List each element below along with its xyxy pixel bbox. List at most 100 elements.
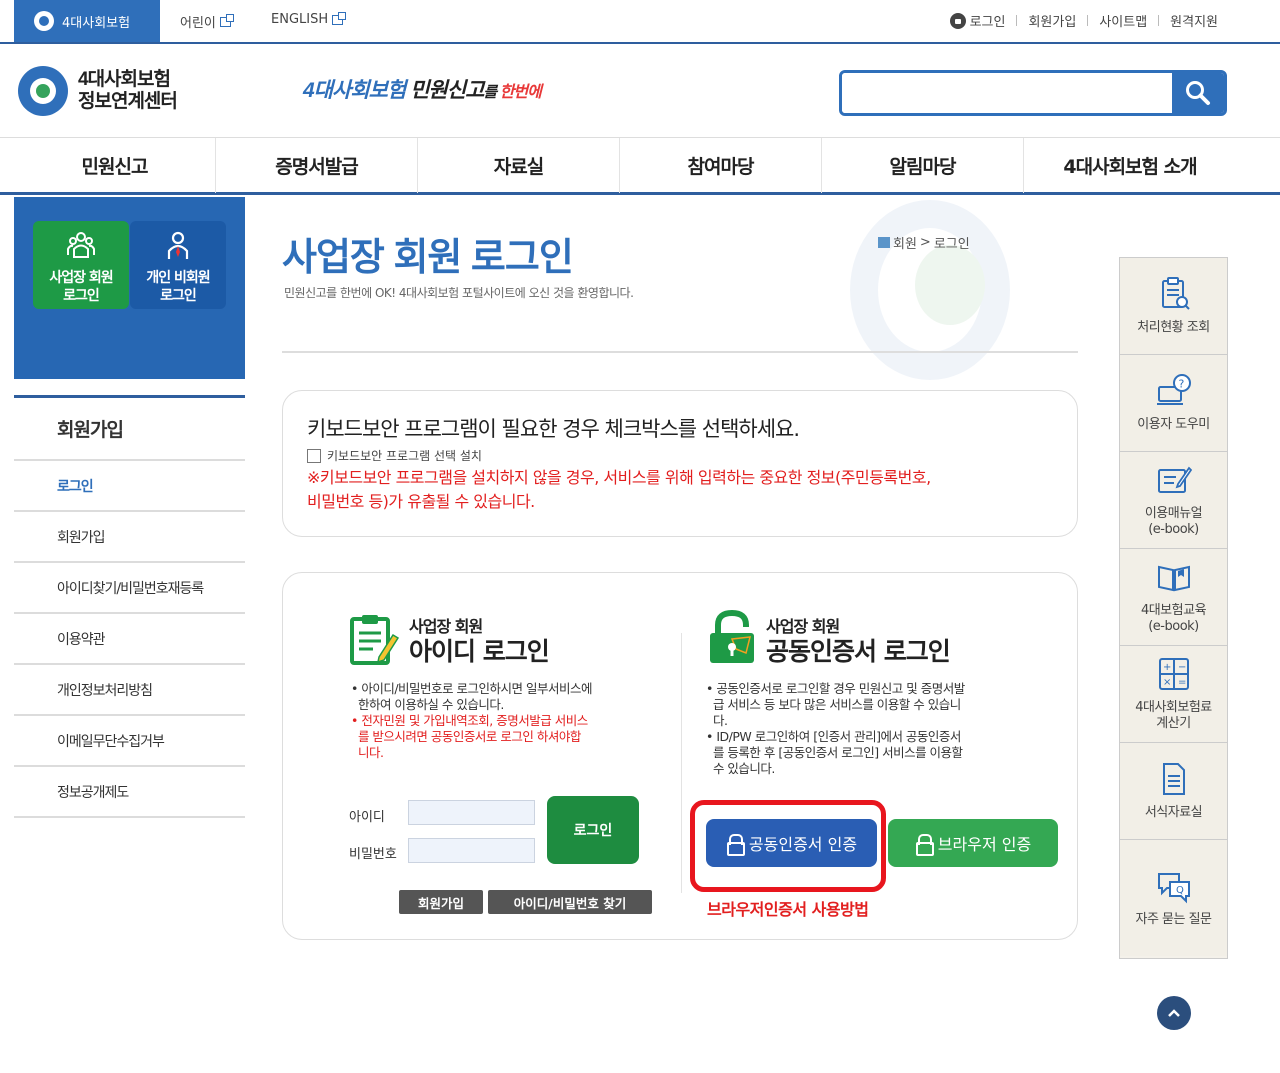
side-menu-item-terms[interactable]: 이용약관 — [14, 614, 245, 665]
login-label: 로그인 — [969, 15, 1006, 30]
svg-text:−: − — [1178, 662, 1186, 673]
padlock-icon — [915, 834, 934, 856]
keyboard-security-checkbox[interactable] — [307, 448, 321, 463]
lock-icon — [949, 12, 966, 29]
browser-cert-howto-link[interactable]: 브라우저인증서 사용방법 — [707, 896, 869, 920]
side-menu-item-email-refusal[interactable]: 이메일무단수집거부 — [14, 716, 245, 767]
quick-item-calculator[interactable]: + − × = 4대사회보험료 계산기 — [1120, 646, 1227, 743]
gnb-item-participation[interactable]: 참여마당 — [620, 138, 822, 193]
individual-nonmember-login-button[interactable]: 개인 비회원 로그인 — [130, 221, 226, 309]
cert-desc2-line3: 수 있습니다. — [712, 761, 775, 776]
join-link[interactable]: 회원가입 — [1028, 11, 1076, 30]
id-input[interactable] — [408, 800, 535, 825]
calculator-icon: + − × = — [1158, 658, 1189, 690]
sitemap-link[interactable]: 사이트맵 — [1099, 11, 1147, 30]
password-input[interactable] — [408, 838, 535, 863]
remote-support-link[interactable]: 원격지원 — [1170, 11, 1218, 30]
quick-label: 자주 묻는 질문 — [1135, 912, 1212, 927]
home-link[interactable]: 4대사회보험 — [14, 0, 160, 42]
individual-login-label-1: 개인 비회원 — [146, 270, 210, 286]
site-logo[interactable]: 4대사회보험 정보연계센터 — [18, 66, 178, 116]
side-menu-item-join[interactable]: 회원가입 — [14, 512, 245, 563]
id-login-button[interactable]: 로그인 — [547, 796, 639, 864]
scroll-to-top-button[interactable] — [1157, 996, 1191, 1030]
quick-menu: 처리현황 조회 ? 이용자 도우미 이용매뉴얼 (e-book) 4대보험교육 … — [1119, 257, 1228, 959]
id-desc1-line1: • 아이디/비밀번호로 로그인하시면 일부서비스에 — [351, 681, 593, 696]
breadcrumb-current: 로그인 — [933, 237, 970, 252]
search-button[interactable] — [1172, 73, 1224, 113]
page-title: 사업장 회원 로그인 — [282, 237, 574, 279]
chevron-up-icon — [1168, 1009, 1180, 1017]
gnb-item-civil-report[interactable]: 민원신고 — [14, 138, 216, 193]
browser-button-label: 브라우저 인증 — [937, 835, 1032, 854]
quick-item-faq[interactable]: Q 자주 묻는 질문 — [1120, 840, 1227, 956]
book-icon — [1157, 565, 1190, 592]
side-menu-item-privacy[interactable]: 개인정보처리방침 — [14, 665, 245, 716]
quick-item-status[interactable]: 처리현황 조회 — [1120, 258, 1227, 355]
side-menu-item-login[interactable]: 로그인 — [14, 461, 245, 512]
breadcrumb-separator-icon: > — [919, 235, 931, 250]
quick-label: 이용자 도우미 — [1137, 417, 1210, 432]
keyboard-security-option[interactable]: 키보드보안 프로그램 선택 설치 — [307, 447, 1053, 464]
id-label: 아이디 — [349, 810, 385, 825]
gnb-item-certificate[interactable]: 증명서발급 — [216, 138, 418, 193]
join-button[interactable]: 회원가입 — [399, 890, 483, 914]
welcome-text: 민원신고를 한번에 OK! 4대사회보험 포털사이트에 오신 것을 환영합니다. — [284, 286, 634, 300]
logo-text: 4대사회보험 정보연계센터 — [78, 69, 178, 113]
keyboard-security-title: 키보드보안 프로그램이 필요한 경우 체크박스를 선택하세요. — [307, 417, 800, 441]
cert-login-heading: 사업장 회원 공동인증서 로그인 — [706, 609, 951, 667]
breadcrumb-member[interactable]: 회원 — [893, 233, 917, 252]
side-menu-item-disclosure[interactable]: 정보공개제도 — [14, 767, 245, 818]
slogan: 4대사회보험 민원신고를 한번에 — [303, 74, 542, 104]
quick-item-forms[interactable]: 서식자료실 — [1120, 743, 1227, 840]
keyboard-security-checkbox-label: 키보드보안 프로그램 선택 설치 — [327, 449, 482, 463]
slogan-particle: 를 — [483, 84, 497, 101]
main-navigation: 민원신고 증명서발급 자료실 참여마당 알림마당 4대사회보험 소개 — [0, 137, 1280, 195]
id-desc1-line2: 한하여 이용하실 수 있습니다. — [357, 697, 504, 712]
quick-label: 4대사회보험료 — [1135, 700, 1212, 715]
id-desc2-line1: • 전자민원 및 가입내역조회, 증명서발급 서비스 — [351, 713, 588, 728]
id-desc2-line2: 를 받으시려면 공동인증서로 로그인 하셔야합 — [357, 729, 581, 744]
breadcrumb: 회원 > 로그인 — [878, 233, 970, 252]
cert-button-label: 공동인증서 인증 — [748, 835, 858, 854]
cert-login-subtitle: 사업장 회원 — [766, 617, 840, 636]
keyboard-security-warning: ※키보드보안 프로그램을 설치하지 않을 경우, 서비스를 위해 입력하는 중요… — [307, 466, 1053, 514]
find-account-button[interactable]: 아이디/비밀번호 찾기 — [488, 890, 652, 914]
faq-icon: Q — [1157, 873, 1190, 904]
home-icon — [878, 237, 890, 248]
browser-auth-button[interactable]: 브라우저 인증 — [888, 819, 1058, 867]
joint-certificate-auth-button[interactable]: 공동인증서 인증 — [706, 819, 877, 867]
side-menu: 회원가입 로그인 회원가입 아이디찾기/비밀번호재등록 이용약관 개인정보처리방… — [14, 398, 245, 818]
cert-desc1-line1: • 공동인증서로 로그인할 경우 민원신고 및 증명서발 — [706, 681, 965, 696]
cert-desc1-line2: 급 서비스 등 보다 많은 서비스를 이용할 수 있습니 — [712, 697, 961, 712]
slogan-part-b: 민원신고 — [405, 79, 484, 102]
english-link[interactable]: ENGLISH — [271, 11, 347, 27]
logo-line2: 정보연계센터 — [78, 91, 178, 112]
cert-login-description: • 공동인증서로 로그인할 경우 민원신고 및 증명서발 급 서비스 등 보다 … — [706, 681, 965, 777]
gnb-item-notice[interactable]: 알림마당 — [822, 138, 1024, 193]
gnb-item-about[interactable]: 4대사회보험 소개 — [1024, 138, 1236, 193]
login-box: 사업장 회원 아이디 로그인 • 아이디/비밀번호로 로그인하시면 일부서비스에… — [282, 572, 1078, 940]
kids-link[interactable]: 어린이 — [180, 12, 234, 31]
logo-line1: 4대사회보험 — [78, 69, 171, 90]
clipboard-icon — [1161, 277, 1190, 310]
svg-text:Q: Q — [1176, 885, 1184, 896]
gnb-item-library[interactable]: 자료실 — [418, 138, 620, 193]
quick-item-education[interactable]: 4대보험교육 (e-book) — [1120, 549, 1227, 646]
business-member-login-button[interactable]: 사업장 회원 로그인 — [33, 221, 129, 309]
padlock-icon — [726, 834, 745, 856]
quick-sublabel: 계산기 — [1156, 716, 1191, 731]
id-login-heading: 사업장 회원 아이디 로그인 — [349, 613, 550, 667]
quick-label: 이용매뉴얼 — [1144, 506, 1203, 521]
logo-icon — [34, 11, 54, 31]
top-utility-bar: 4대사회보험 어린이 ENGLISH 로그인 회원가입 사이트맵 원격지원 — [0, 0, 1280, 44]
logo-mark-icon — [18, 66, 68, 116]
slogan-part-a: 4대사회보험 — [303, 79, 406, 102]
search-input[interactable] — [842, 73, 1174, 113]
login-divider — [681, 633, 682, 893]
id-login-description: • 아이디/비밀번호로 로그인하시면 일부서비스에 한하여 이용하실 수 있습니… — [351, 681, 593, 761]
side-menu-item-find-account[interactable]: 아이디찾기/비밀번호재등록 — [14, 563, 245, 614]
login-link[interactable]: 로그인 — [949, 11, 1006, 30]
quick-item-manual[interactable]: 이용매뉴얼 (e-book) — [1120, 452, 1227, 549]
quick-item-helper[interactable]: ? 이용자 도우미 — [1120, 355, 1227, 452]
